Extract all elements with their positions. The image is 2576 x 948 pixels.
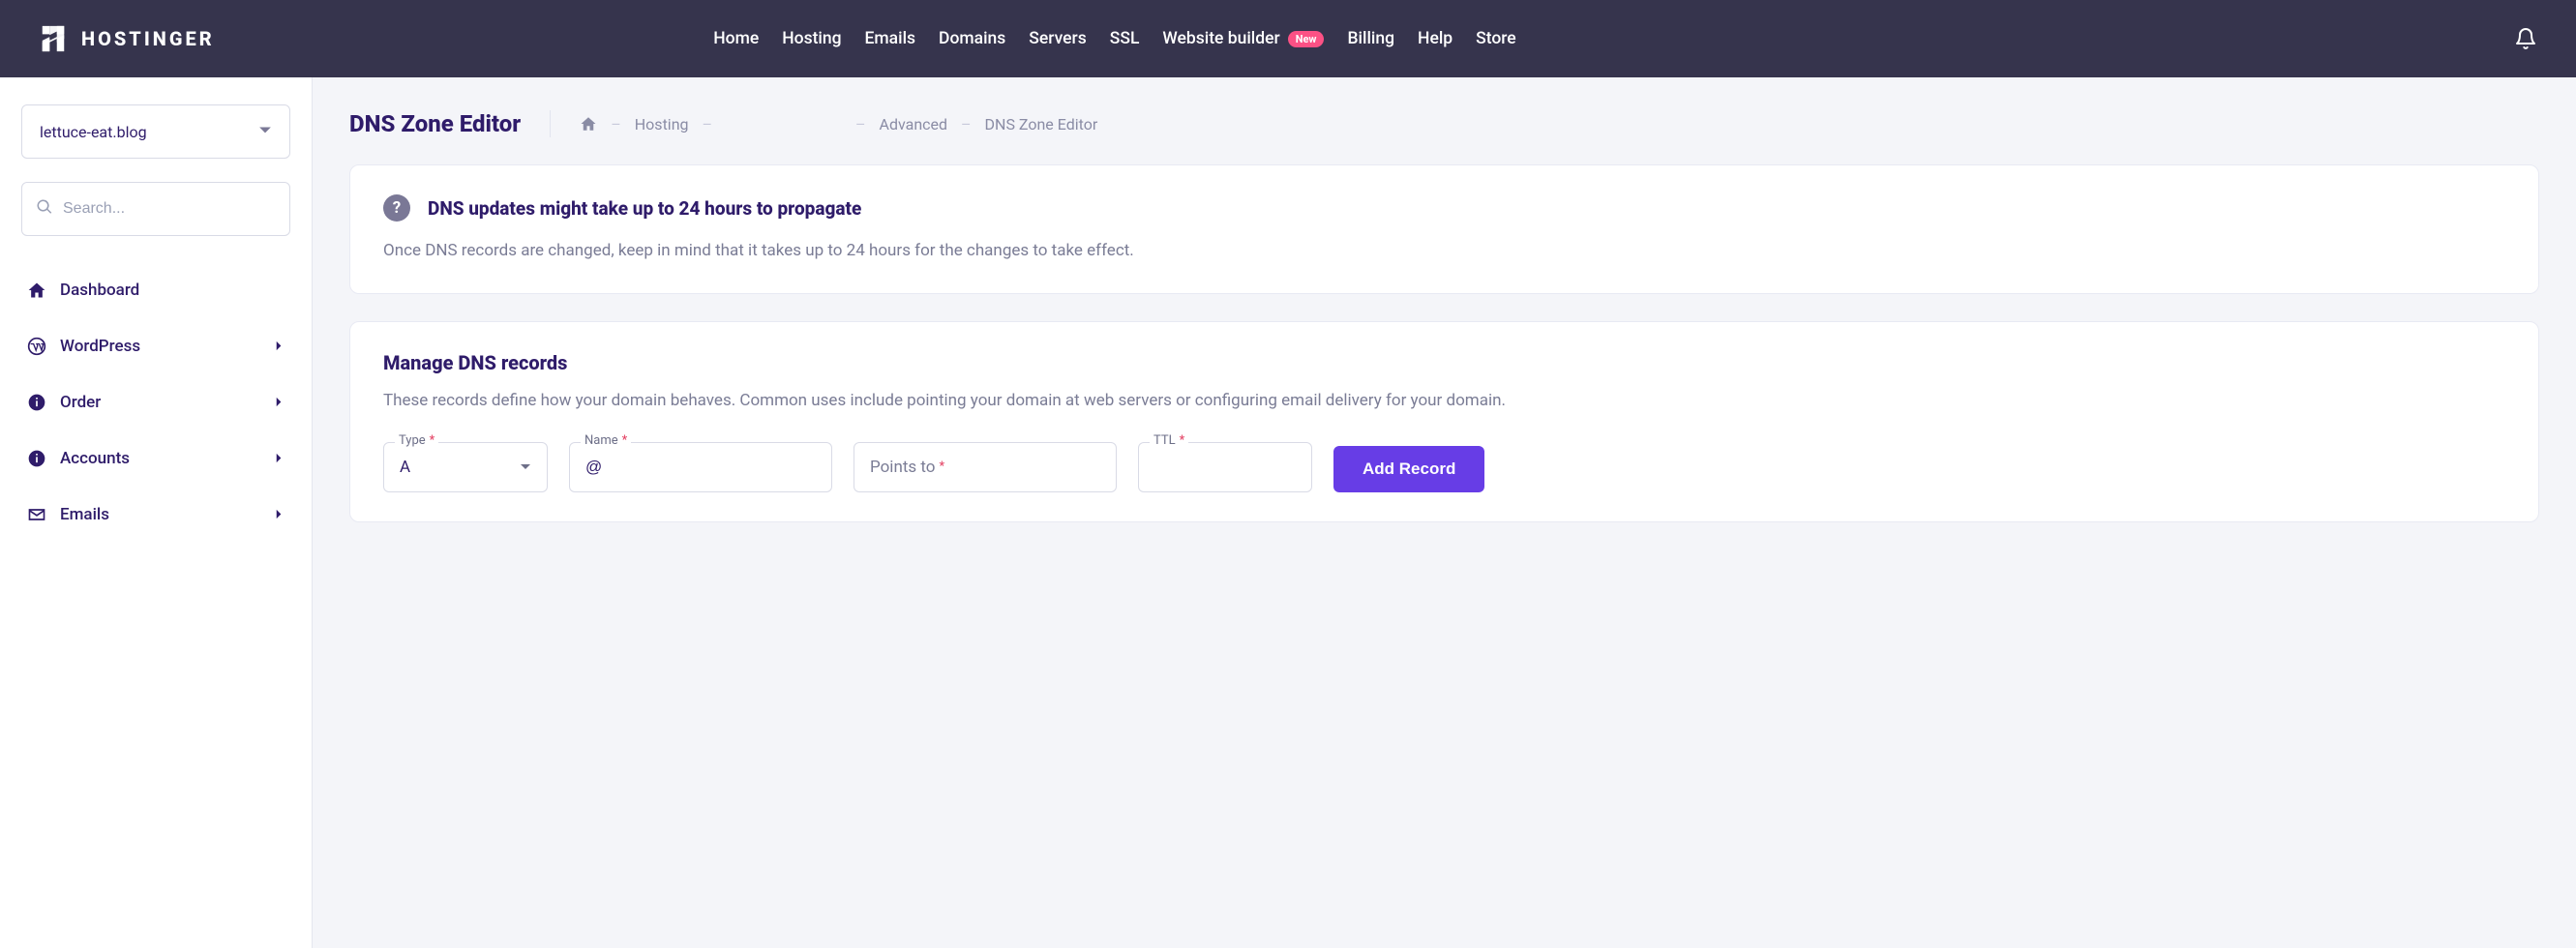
brand-name: HOSTINGER <box>81 27 215 50</box>
sidebar-item-label: Order <box>60 393 101 412</box>
nav-home[interactable]: Home <box>713 29 759 48</box>
dns-propagation-notice: ? DNS updates might take up to 24 hours … <box>349 164 2539 294</box>
home-crumb-icon[interactable] <box>580 115 597 133</box>
hostinger-logo-icon <box>39 24 68 53</box>
page-header: DNS Zone Editor – Hosting – – Advanced –… <box>349 110 2539 137</box>
add-record-button[interactable]: Add Record <box>1333 446 1484 492</box>
sidebar-item-label: Accounts <box>60 449 130 468</box>
notice-title: DNS updates might take up to 24 hours to… <box>428 197 861 220</box>
chevron-down-icon <box>258 123 272 141</box>
chevron-right-icon <box>274 337 285 356</box>
chevron-right-icon <box>274 449 285 468</box>
question-icon: ? <box>383 194 410 222</box>
new-badge: New <box>1288 31 1325 47</box>
crumb-current: DNS Zone Editor <box>985 115 1098 133</box>
info-icon <box>27 449 60 468</box>
ttl-label: TTL* <box>1150 433 1188 448</box>
manage-dns-card: Manage DNS records These records define … <box>349 321 2539 522</box>
nav-domains[interactable]: Domains <box>939 29 1005 48</box>
envelope-icon <box>27 505 60 524</box>
nav-ssl[interactable]: SSL <box>1110 29 1140 48</box>
crumb-separator: – <box>855 115 866 133</box>
crumb-separator: – <box>611 115 621 133</box>
separator <box>550 110 551 137</box>
points-to-input[interactable] <box>950 458 1100 477</box>
nav-items: Home Hosting Emails Domains Servers SSL … <box>713 29 1515 48</box>
type-value: A <box>400 458 410 477</box>
sidebar-item-label: WordPress <box>60 337 140 356</box>
nav-emails[interactable]: Emails <box>865 29 916 48</box>
page-title: DNS Zone Editor <box>349 110 521 137</box>
chevron-right-icon <box>274 505 285 524</box>
sidebar-item-wordpress[interactable]: WordPress <box>21 319 290 373</box>
sidebar-item-order[interactable]: Order <box>21 375 290 430</box>
ttl-input[interactable] <box>1154 458 1296 477</box>
domain-select[interactable]: lettuce-eat.blog <box>21 104 290 159</box>
field-name: Name* <box>569 442 832 492</box>
sidebar-list: Dashboard WordPress Order Acc <box>21 263 290 542</box>
nav-store[interactable]: Store <box>1476 29 1516 48</box>
crumb-separator: – <box>961 115 972 133</box>
wordpress-icon <box>27 337 60 356</box>
sidebar-item-label: Dashboard <box>60 281 139 300</box>
home-icon <box>27 281 60 300</box>
sidebar-item-label: Emails <box>60 505 109 524</box>
sidebar-item-dashboard[interactable]: Dashboard <box>21 263 290 317</box>
search-icon <box>36 198 53 220</box>
field-type: Type* A <box>383 442 548 492</box>
breadcrumb: – Hosting – – Advanced – DNS Zone Editor <box>580 115 1097 133</box>
search-input[interactable] <box>63 200 276 218</box>
main-content: DNS Zone Editor – Hosting – – Advanced –… <box>313 77 2576 948</box>
chevron-down-icon <box>520 461 531 473</box>
info-icon <box>27 393 60 412</box>
top-nav: HOSTINGER Home Hosting Emails Domains Se… <box>0 0 2576 77</box>
add-record-form: Type* A Name* <box>383 442 2505 492</box>
nav-servers[interactable]: Servers <box>1029 29 1086 48</box>
nav-help[interactable]: Help <box>1418 29 1453 48</box>
field-points-to: Points to * <box>854 442 1117 492</box>
notifications-bell-icon[interactable] <box>2514 27 2537 50</box>
manage-title: Manage DNS records <box>383 351 2505 374</box>
crumb-hosting[interactable]: Hosting <box>635 115 689 133</box>
sidebar-search[interactable] <box>21 182 290 236</box>
type-select[interactable]: A <box>383 442 548 492</box>
manage-description: These records define how your domain beh… <box>383 388 2505 413</box>
brand-logo[interactable]: HOSTINGER <box>39 24 215 53</box>
crumb-separator: – <box>703 115 713 133</box>
chevron-right-icon <box>274 393 285 412</box>
domain-selected-label: lettuce-eat.blog <box>40 123 147 141</box>
sidebar: lettuce-eat.blog Dashboard Wor <box>0 77 313 948</box>
sidebar-item-emails[interactable]: Emails <box>21 488 290 542</box>
nav-billing[interactable]: Billing <box>1347 29 1394 48</box>
points-to-input-wrapper[interactable]: Points to * <box>854 442 1117 492</box>
sidebar-item-accounts[interactable]: Accounts <box>21 431 290 486</box>
type-label: Type* <box>395 433 438 448</box>
points-to-label: Points to * <box>870 458 944 477</box>
notice-body: Once DNS records are changed, keep in mi… <box>383 239 2505 264</box>
nav-hosting[interactable]: Hosting <box>782 29 841 48</box>
name-label: Name* <box>581 433 631 448</box>
crumb-advanced[interactable]: Advanced <box>880 115 948 133</box>
name-input[interactable] <box>585 458 816 477</box>
field-ttl: TTL* <box>1138 442 1312 492</box>
nav-website-builder[interactable]: Website builder New <box>1162 29 1324 48</box>
